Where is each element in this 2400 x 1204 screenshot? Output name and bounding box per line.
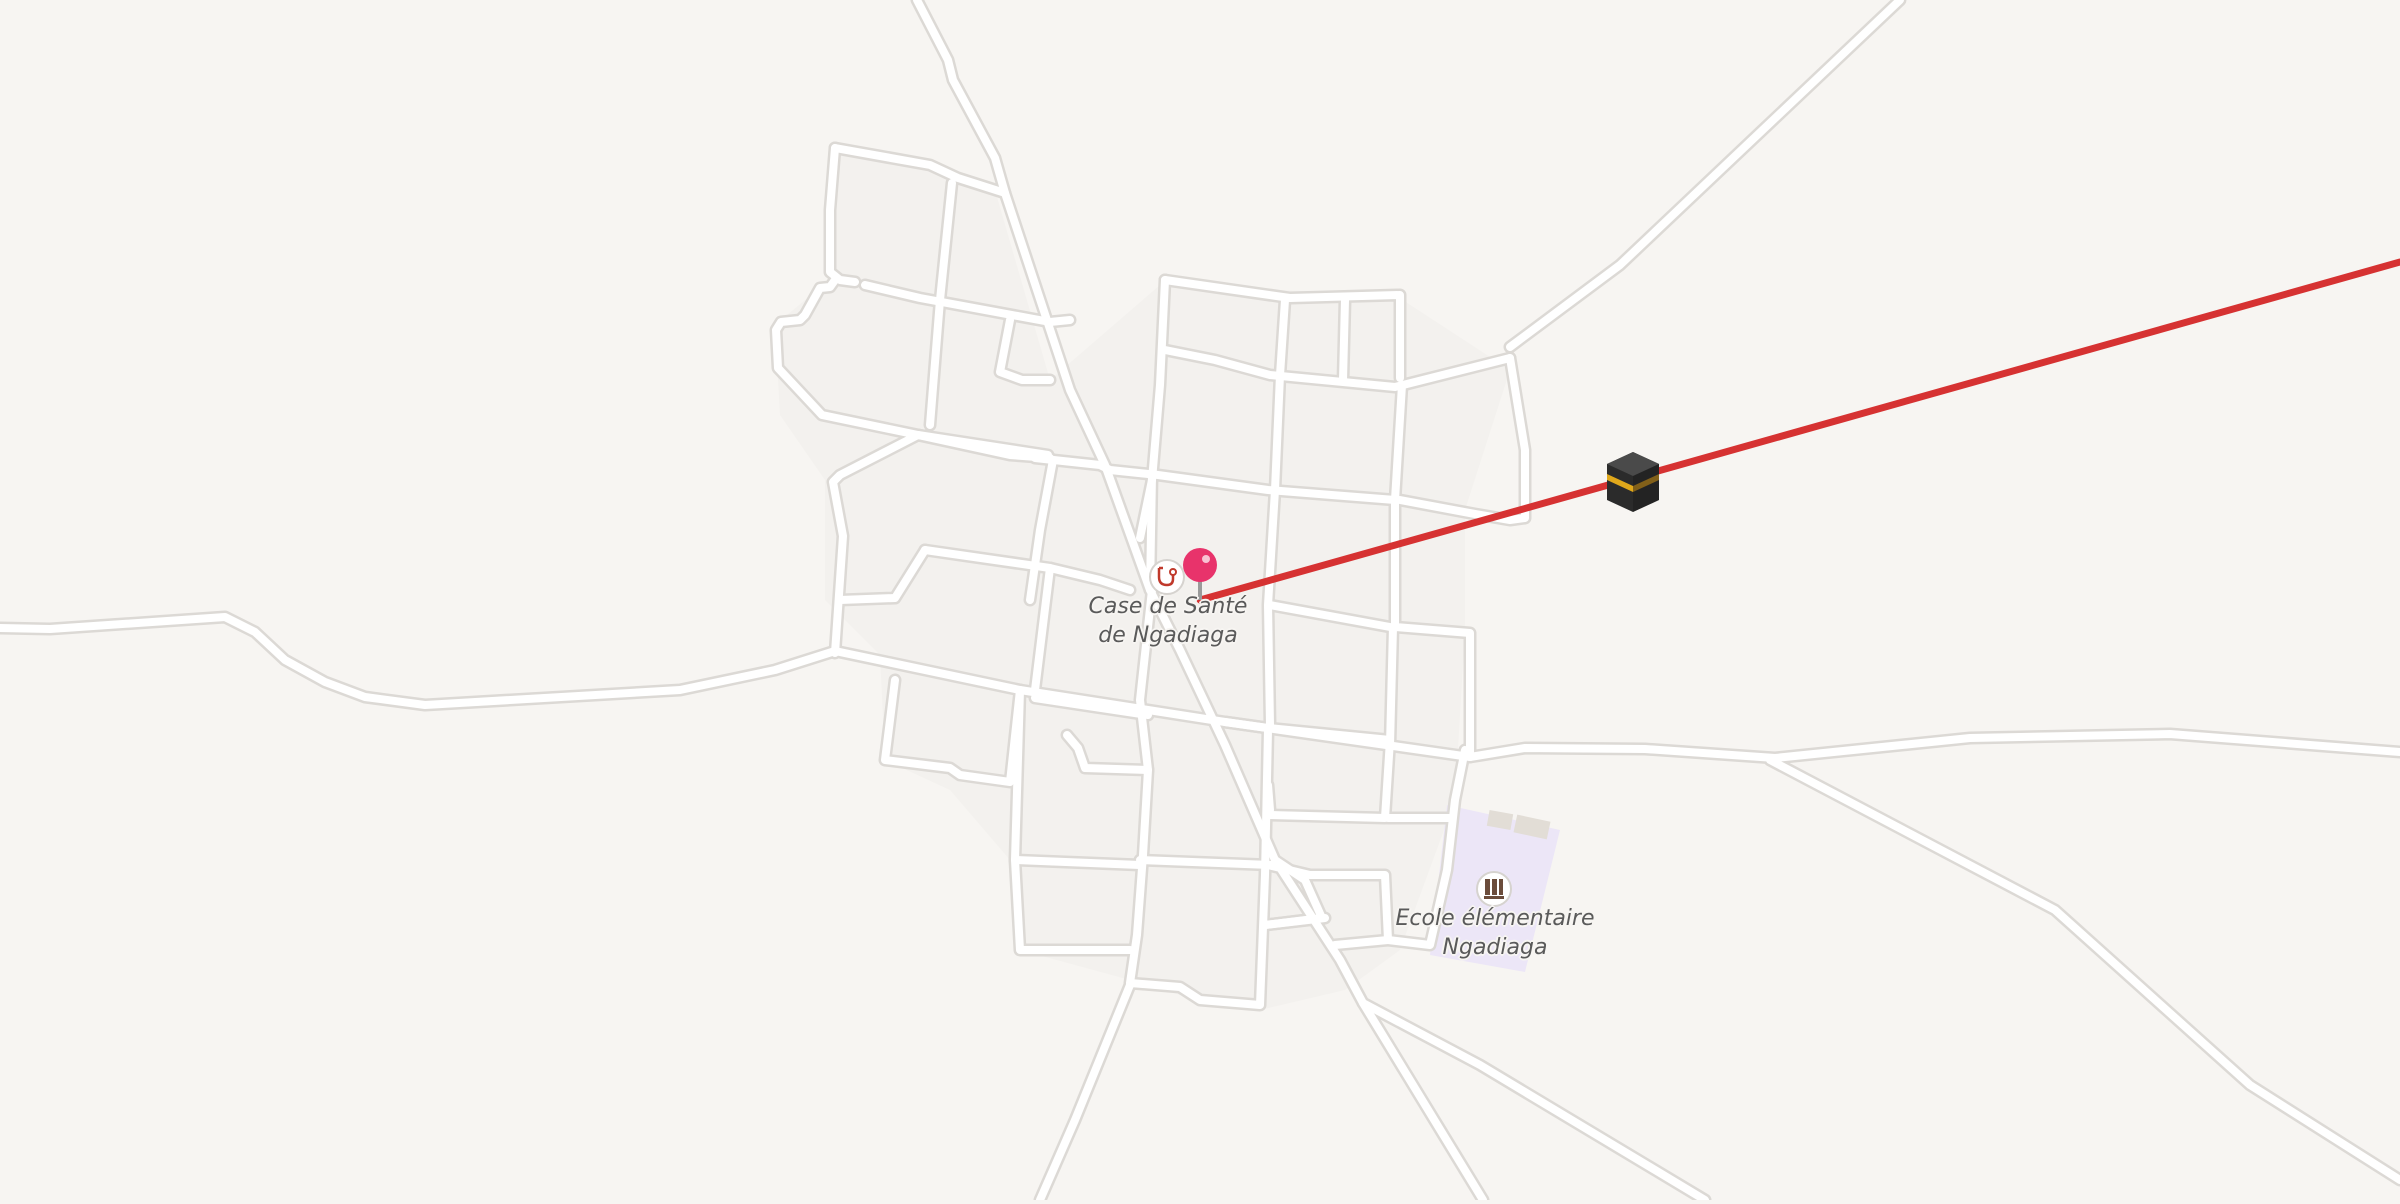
poi-label-health-center[interactable]: Case de Santé de Ngadiaga bbox=[1068, 592, 1268, 650]
road bbox=[1264, 781, 1274, 814]
road bbox=[1339, 296, 1349, 384]
map-canvas[interactable]: Case de Santé de Ngadiaga Ecole élémenta… bbox=[0, 0, 2400, 1204]
road bbox=[1766, 756, 2400, 1184]
road bbox=[1136, 856, 1276, 869]
poi-label-line: de Ngadiaga bbox=[1098, 623, 1238, 648]
poi-label-line: Ngadiaga bbox=[1442, 935, 1548, 960]
poi-label-line: Ecole élémentaire bbox=[1395, 906, 1595, 931]
kaaba-icon bbox=[1607, 452, 1659, 512]
poi-label-line: Case de Santé bbox=[1088, 594, 1248, 619]
road bbox=[1386, 623, 1397, 749]
school-icon[interactable] bbox=[1476, 871, 1512, 907]
road bbox=[1011, 856, 1144, 869]
road bbox=[1506, 0, 1904, 351]
stethoscope-icon[interactable] bbox=[1149, 559, 1185, 595]
poi-label-school[interactable]: Ecole élémentaire Ngadiaga bbox=[1385, 904, 1605, 962]
road bbox=[1036, 981, 1134, 1204]
